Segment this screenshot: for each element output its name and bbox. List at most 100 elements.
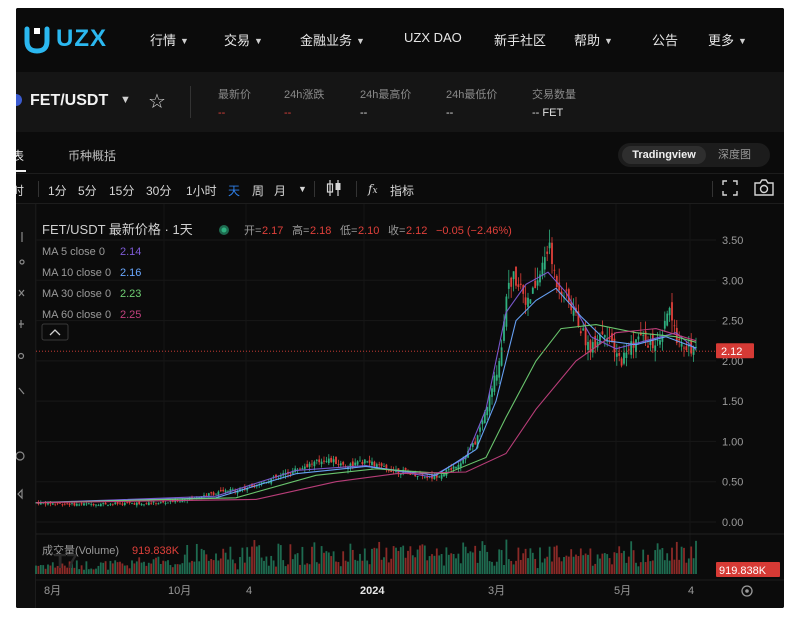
volume-bar [255, 546, 258, 574]
stat-item: 交易数量 -- FET [532, 86, 576, 119]
volume-bar [407, 550, 409, 574]
symbol-name[interactable]: FET/USDT [30, 92, 108, 110]
candle-body [443, 474, 445, 477]
volume-bar [599, 558, 601, 574]
y-tick-label: 1.00 [722, 436, 743, 448]
volume-bar [200, 548, 203, 574]
volume-bar [623, 550, 625, 574]
volume-bar [639, 562, 642, 574]
indicators-button[interactable]: 指标 [390, 182, 414, 199]
volume-bar [246, 547, 249, 574]
interval-button[interactable]: 周 [252, 182, 264, 199]
candle-body [685, 346, 688, 351]
view-toggle: Tradingview 深度图 [618, 143, 770, 167]
volume-bar [546, 556, 549, 574]
ohlc-high-label: 高= [292, 223, 309, 237]
candles-icon[interactable] [326, 179, 342, 200]
chevron-down-icon[interactable]: ▼ [298, 184, 307, 194]
candle-body [143, 504, 145, 506]
volume-bar [231, 559, 234, 574]
candle-body [380, 463, 383, 466]
volume-bar [479, 550, 481, 574]
chevron-down-icon[interactable]: ▼ [120, 94, 131, 106]
volume-bar [330, 556, 333, 574]
volume-bar [680, 546, 683, 574]
candle-body [66, 503, 69, 505]
volume-bar [119, 561, 121, 574]
volume-bar [248, 556, 251, 574]
chart-tabs: 表 币种概括 Tradingview 深度图 [16, 132, 784, 174]
nav-item[interactable]: 帮助 ▼ [574, 30, 613, 49]
volume-bar [342, 551, 345, 574]
nav-item[interactable]: 金融业务 ▼ [300, 30, 365, 49]
volume-bar [491, 561, 493, 574]
interval-button[interactable]: 1分 [48, 182, 67, 199]
volume-bar [495, 561, 498, 574]
volume-bar [284, 566, 287, 574]
candle-body [207, 493, 210, 496]
candle-body [167, 502, 169, 504]
volume-bar [435, 548, 438, 574]
volume-bar [267, 565, 270, 574]
fx-icon[interactable]: fx [368, 182, 378, 196]
ohlc-low-label: 低= [340, 224, 357, 237]
volume-bar [416, 549, 419, 574]
symbol-header: FET/USDT ▼ ☆ 最新价 -- 24h涨跌 -- 24h最高价 -- 24h最低价 -… [16, 72, 784, 132]
interval-button[interactable]: 5分 [78, 182, 97, 199]
volume-bar [587, 554, 589, 574]
volume-bar [690, 546, 693, 574]
nav-item[interactable]: 更多 ▼ [708, 30, 747, 49]
tradingview-toggle[interactable]: Tradingview [622, 146, 706, 164]
nav-item[interactable]: 公告 [652, 30, 678, 49]
interval-button[interactable]: 天 [228, 182, 240, 199]
candle-body [673, 325, 676, 327]
chart-legend-title: FET/USDT 最新价格 · 1天 [42, 222, 193, 237]
fullscreen-icon[interactable] [722, 180, 738, 199]
candle-body [510, 277, 513, 287]
x-tick-label: 4 [688, 585, 694, 597]
candle-body [524, 297, 527, 305]
nav-item[interactable]: 行情 ▼ [150, 30, 189, 49]
candle-body [111, 503, 114, 505]
volume-bar [685, 562, 688, 574]
volume-bar [234, 563, 237, 574]
logo[interactable]: UZX [22, 22, 107, 56]
price-chart[interactable]: 3.503.002.502.001.501.000.500.002.12FET/… [16, 204, 784, 608]
nav-item[interactable]: 新手社区 [494, 30, 546, 49]
candle-body [601, 331, 604, 335]
interval-partial[interactable]: 时 [16, 182, 24, 199]
tab-coin-overview[interactable]: 币种概括 [68, 147, 116, 164]
volume-bar [296, 553, 299, 574]
interval-button[interactable]: 月 [274, 182, 286, 199]
chart-area[interactable]: 3.50 3.00 2.50 2.00 1.50 1.00 0.50 0.00 2.12 FET/… [16, 204, 784, 608]
volume-bar [529, 548, 532, 574]
candle-body [474, 441, 477, 445]
tab-chart[interactable]: 表 [16, 147, 24, 164]
volume-bar [654, 550, 657, 574]
volume-bar [313, 542, 316, 574]
interval-button[interactable]: 1小时 [186, 182, 217, 199]
nav-item[interactable]: 交易 ▼ [224, 30, 263, 49]
camera-icon[interactable] [754, 179, 774, 199]
interval-button[interactable]: 30分 [146, 182, 171, 199]
candle-body [368, 460, 371, 463]
collapse-legend-button[interactable] [41, 323, 69, 341]
candle-body [308, 463, 311, 467]
candle-body [498, 360, 501, 378]
volume-bar [260, 557, 263, 574]
depth-chart-toggle[interactable]: 深度图 [718, 146, 751, 164]
candle-body [327, 458, 330, 464]
candle-body [572, 310, 575, 316]
candle-body [620, 358, 623, 366]
volume-bar [294, 554, 297, 574]
candle-body [591, 342, 594, 353]
volume-bar [102, 562, 105, 574]
chevron-down-icon: ▼ [738, 36, 747, 46]
interval-button[interactable]: 15分 [109, 182, 134, 199]
volume-bar [397, 550, 400, 574]
divider [356, 181, 357, 197]
candle-body [299, 468, 301, 470]
volume-bar [392, 546, 395, 574]
nav-item[interactable]: UZX DAO [404, 30, 462, 45]
favorite-star-icon[interactable]: ☆ [148, 89, 166, 114]
